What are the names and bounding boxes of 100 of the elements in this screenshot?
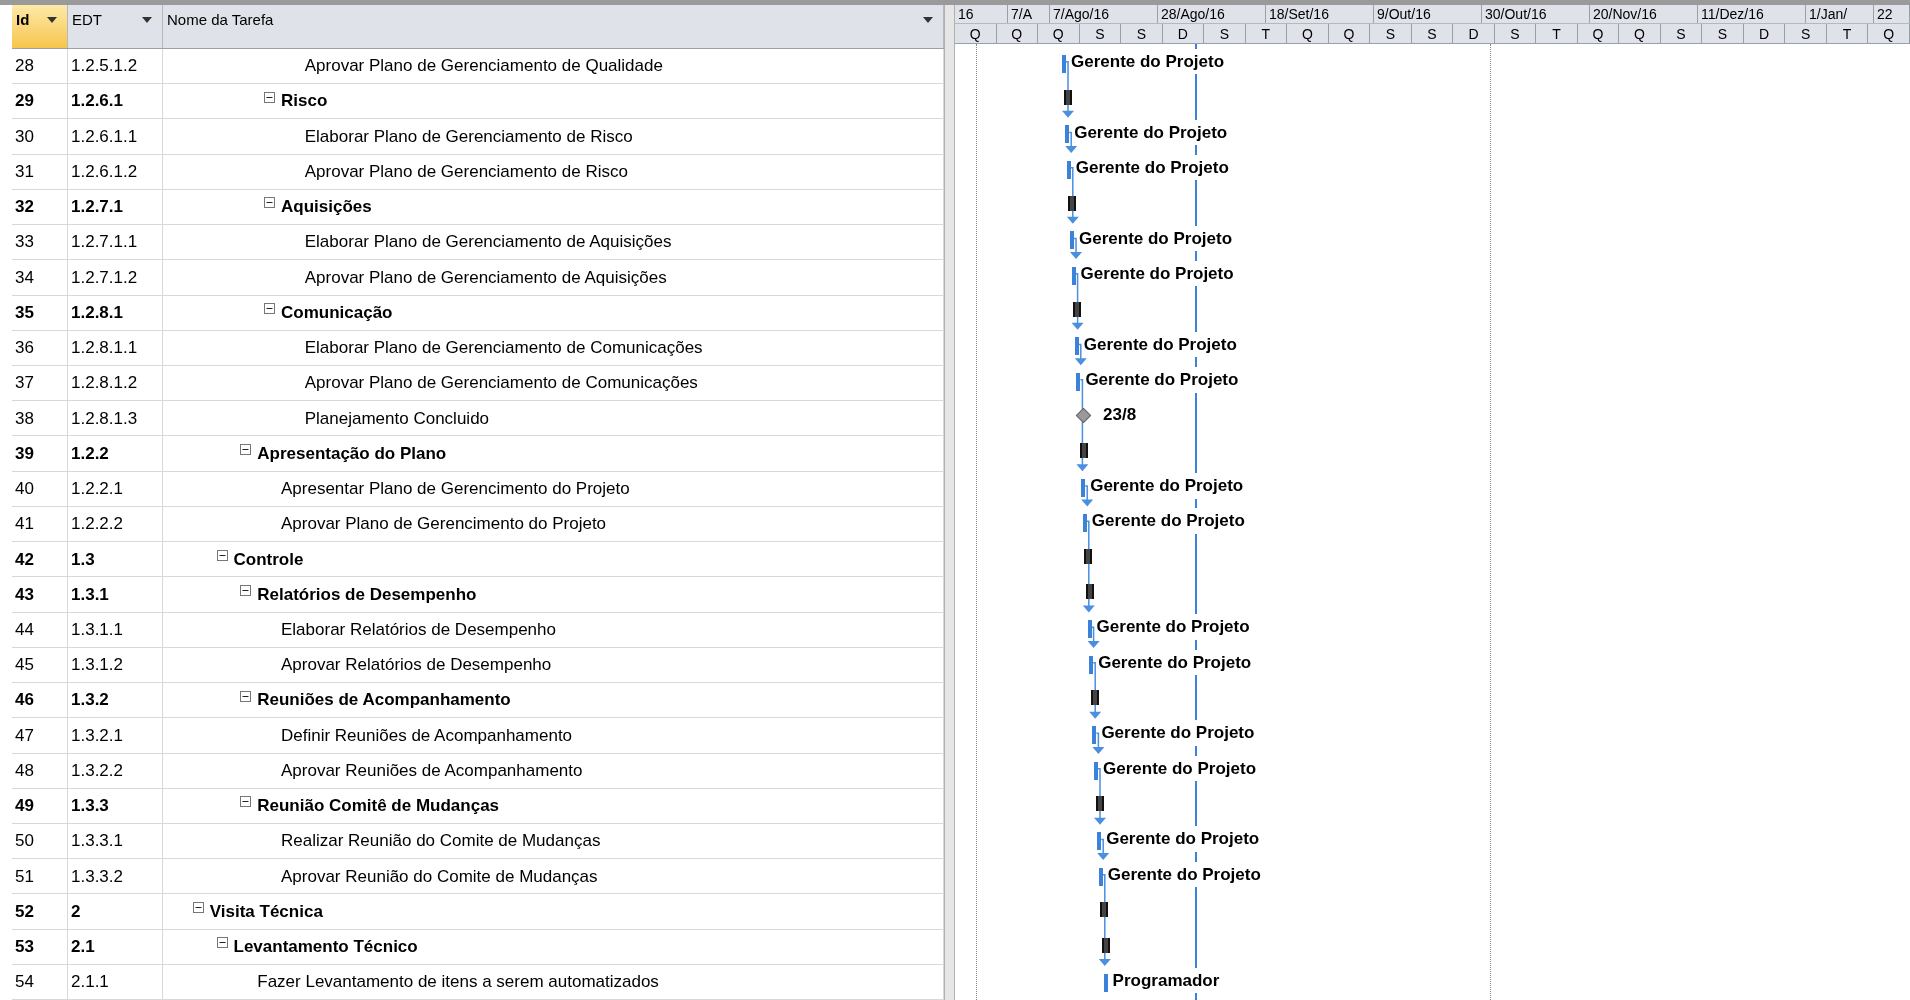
dropdown-arrow-icon[interactable]: [923, 17, 933, 23]
collapse-icon[interactable]: [240, 796, 252, 808]
bar-label: Gerente do Projeto: [1103, 755, 1257, 782]
task-name: Aprovar Plano de Gerenciamento de Qualidade: [304, 55, 663, 78]
summary-bar[interactable]: [1086, 584, 1094, 600]
collapse-icon[interactable]: [240, 444, 252, 456]
task-bar[interactable]: [1089, 655, 1094, 674]
timescale-label: 28/Ago/16: [1158, 5, 1266, 23]
column-label: Nome da Tarefa: [167, 10, 274, 30]
day-label: Q: [1328, 24, 1371, 43]
day-label: Q: [1577, 24, 1620, 43]
id-cell: 44: [12, 612, 68, 647]
id-cell: 51: [12, 859, 68, 894]
task-name: Apresentação do Plano: [257, 442, 447, 465]
day-label: D: [1743, 24, 1786, 43]
task-bar[interactable]: [1097, 832, 1102, 851]
timescale-label: 11/Dez/16: [1698, 5, 1806, 23]
collapse-icon[interactable]: [264, 303, 275, 315]
wbs-cell: 2.1: [68, 929, 163, 964]
wbs-cell: 1.2.7.1.2: [68, 260, 163, 295]
day-label: D: [1162, 24, 1205, 43]
column-header[interactable]: Nome da Tarefa: [163, 5, 944, 48]
collapse-icon[interactable]: [216, 937, 228, 949]
summary-bar[interactable]: [1073, 301, 1082, 317]
collapse-icon[interactable]: [264, 91, 275, 103]
task-name: Aprovar Reuniões de Acompanhamento: [281, 759, 583, 782]
task-bar[interactable]: [1062, 54, 1066, 73]
collapse-icon[interactable]: [216, 549, 228, 561]
collapse-icon[interactable]: [264, 197, 275, 209]
task-name: Aprovar Plano de Gerenciamento de Aquisições: [304, 266, 667, 289]
task-bar[interactable]: [1066, 160, 1071, 179]
id-cell: 45: [12, 647, 68, 683]
wbs-cell: 1.2.6.1.1: [68, 119, 163, 154]
task-name: Reuniões de Acompanhamento: [257, 689, 511, 712]
id-cell: 31: [12, 154, 68, 189]
timescale-label: 30/Out/16: [1482, 5, 1590, 23]
wbs-cell: 2.1.1: [68, 964, 163, 1000]
dropdown-arrow-icon[interactable]: [142, 17, 152, 23]
task-name: Reunião Comitê de Mudanças: [257, 795, 500, 818]
summary-bar[interactable]: [1100, 902, 1109, 918]
wbs-cell: 1.3.3.2: [68, 859, 163, 894]
wbs-cell: 1.3.1.2: [68, 647, 163, 683]
summary-bar[interactable]: [1068, 195, 1077, 211]
bar-label: Programador: [1112, 967, 1220, 994]
task-name: Elaborar Plano de Gerenciamento de Aquisições: [304, 231, 672, 254]
task-bar[interactable]: [1087, 620, 1092, 639]
task-name: Realizar Reunião do Comite de Mudanças: [281, 830, 601, 853]
task-bar[interactable]: [1065, 125, 1070, 144]
task-name: Elaborar Plano de Gerenciamento de Comunicações: [304, 337, 703, 360]
bar-label: Gerente do Projeto: [1083, 331, 1237, 358]
task-bar[interactable]: [1094, 761, 1098, 780]
summary-bar[interactable]: [1090, 690, 1099, 706]
id-cell: 34: [12, 260, 68, 295]
wbs-cell: 1.2.2.1: [68, 471, 163, 506]
task-name: Aprovar Plano de Gerenciamento de Comunicações: [304, 372, 698, 395]
timescale-label: 18/Set/16: [1266, 5, 1374, 23]
wbs-cell: 1.2.2.2: [68, 506, 163, 542]
collapse-icon[interactable]: [192, 902, 204, 914]
id-cell: 29: [12, 84, 68, 119]
id-cell: 48: [12, 753, 68, 788]
id-cell: 54: [12, 964, 68, 1000]
id-cell: 50: [12, 824, 68, 859]
task-bar[interactable]: [1081, 478, 1086, 497]
day-label: S: [1411, 24, 1454, 43]
task-bar[interactable]: [1074, 337, 1079, 356]
timescale-label: 16: [955, 5, 1008, 23]
day-label: Q: [1287, 24, 1329, 43]
bar-label: Gerente do Projeto: [1101, 720, 1255, 746]
id-cell: 28: [12, 48, 68, 84]
day-label: Q: [1038, 24, 1080, 43]
timescale-label: 7/A: [1008, 5, 1050, 23]
task-bar[interactable]: [1076, 372, 1081, 391]
summary-bar[interactable]: [1079, 442, 1088, 458]
day-label: S: [1785, 24, 1827, 43]
wbs-cell: 1.3.3: [68, 788, 163, 823]
wbs-cell: 1.2.8.1.3: [68, 401, 163, 436]
summary-bar[interactable]: [1095, 796, 1104, 812]
id-cell: 40: [12, 471, 68, 506]
task-bar[interactable]: [1071, 266, 1076, 285]
bar-label: Gerente do Projeto: [1096, 614, 1250, 640]
summary-bar[interactable]: [1102, 937, 1110, 953]
wbs-cell: 2: [68, 894, 163, 929]
summary-bar[interactable]: [1063, 89, 1072, 105]
task-bar[interactable]: [1103, 973, 1108, 992]
task-bar[interactable]: [1098, 867, 1103, 886]
day-label: T: [1826, 24, 1869, 43]
column-header[interactable]: EDT: [68, 5, 163, 48]
id-cell: 43: [12, 577, 68, 612]
collapse-icon[interactable]: [240, 690, 252, 702]
collapse-icon[interactable]: [240, 585, 252, 596]
task-bar[interactable]: [1082, 514, 1087, 533]
id-cell: 52: [12, 894, 68, 929]
task-bar[interactable]: [1092, 726, 1097, 745]
task-bar[interactable]: [1070, 231, 1074, 250]
bar-label: Gerente do Projeto: [1106, 826, 1260, 852]
id-cell: 38: [12, 401, 68, 436]
summary-bar[interactable]: [1084, 549, 1093, 564]
dropdown-arrow-icon[interactable]: [47, 17, 57, 23]
day-label: Q: [1619, 24, 1661, 43]
column-header[interactable]: Id: [12, 5, 68, 48]
